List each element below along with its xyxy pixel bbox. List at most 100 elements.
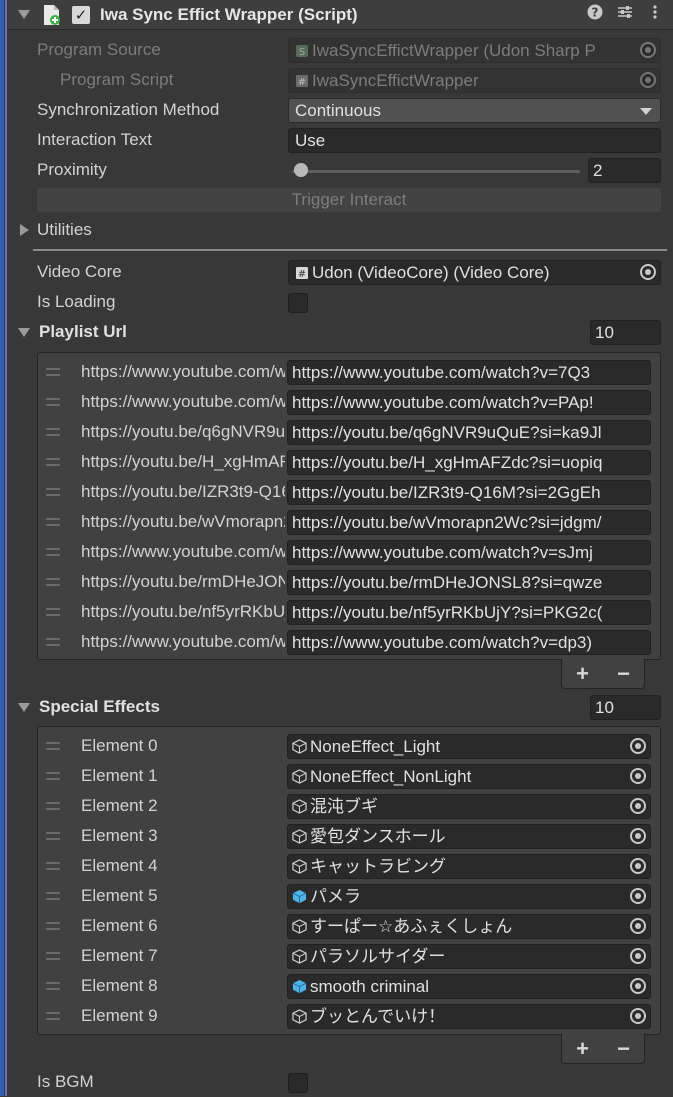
drag-handle-icon[interactable]: [46, 548, 60, 556]
help-icon[interactable]: ?: [583, 4, 607, 25]
foldout-down-icon[interactable]: [18, 703, 30, 712]
component-enabled-checkbox[interactable]: ✓: [72, 5, 90, 24]
is-bgm-checkbox[interactable]: [288, 1073, 308, 1093]
is-bgm-label: Is BGM: [37, 1072, 94, 1091]
proximity-slider-handle[interactable]: [294, 163, 308, 177]
utilities-foldout[interactable]: Utilities: [0, 215, 673, 245]
drag-handle-icon[interactable]: [46, 862, 60, 870]
object-picker-icon[interactable]: [630, 828, 646, 844]
playlist-add-remove: + −: [561, 659, 645, 689]
object-picker-icon[interactable]: [630, 798, 646, 814]
drag-handle-icon[interactable]: [46, 368, 60, 376]
presets-icon[interactable]: [613, 4, 637, 25]
interaction-text-input[interactable]: Use: [288, 128, 661, 153]
drag-handle-icon[interactable]: [46, 922, 60, 930]
effect-item-field[interactable]: NoneEffect_NonLight: [287, 764, 651, 789]
playlist-item-url-input[interactable]: https://www.youtube.com/watch?v=dp3): [287, 630, 651, 655]
is-loading-checkbox[interactable]: [288, 293, 308, 313]
effect-item-field[interactable]: NoneEffect_Light: [287, 734, 651, 759]
drag-handle-icon[interactable]: [46, 982, 60, 990]
playlist-item-url-input[interactable]: https://www.youtube.com/watch?v=sJmj: [287, 540, 651, 565]
effect-item-value: NoneEffect_NonLight: [310, 767, 472, 786]
playlist-item-url-input[interactable]: https://youtu.be/rmDHeJONSL8?si=qwze: [287, 570, 651, 595]
svg-text:S: S: [299, 47, 305, 58]
foldout-down-icon[interactable]: [18, 328, 30, 337]
effects-remove-button[interactable]: −: [617, 1036, 630, 1062]
proximity-row: Proximity 2: [0, 155, 673, 185]
playlist-foldout[interactable]: Playlist Url 10: [0, 317, 673, 347]
special-effects-size-input[interactable]: 10: [590, 695, 661, 720]
more-options-icon[interactable]: [643, 4, 667, 25]
drag-handle-icon[interactable]: [46, 832, 60, 840]
effect-item-field[interactable]: 混沌ブギ: [287, 794, 651, 819]
drag-handle-icon[interactable]: [46, 892, 60, 900]
drag-handle-icon[interactable]: [46, 398, 60, 406]
object-picker-icon[interactable]: [630, 918, 646, 934]
drag-handle-icon[interactable]: [46, 1012, 60, 1020]
playlist-item-url-input[interactable]: https://www.youtube.com/watch?v=7Q3: [287, 360, 651, 385]
playlist-item-url-input[interactable]: https://youtu.be/wVmorapn2Wc?si=jdgm/: [287, 510, 651, 535]
object-picker-icon[interactable]: [630, 978, 646, 994]
object-picker-icon[interactable]: [630, 948, 646, 964]
drag-handle-icon[interactable]: [46, 608, 60, 616]
effect-item-field[interactable]: ブッとんでいけ！: [287, 1004, 651, 1029]
playlist-item-url-input[interactable]: https://www.youtube.com/watch?v=PAp!: [287, 390, 651, 415]
playlist-item: https://www.youtube.com/watch?v=7Q3https…: [38, 357, 660, 387]
effect-item: Element 5 パメラ: [38, 881, 660, 911]
effect-item-label: Element 4: [81, 856, 158, 875]
is-bgm-row: Is BGM: [0, 1067, 673, 1097]
effect-item-field[interactable]: パメラ: [287, 884, 651, 909]
program-script-label: Program Script: [60, 70, 174, 89]
drag-handle-icon[interactable]: [46, 488, 60, 496]
playlist-item: https://youtu.be/IZR3t9-Q16M?si=2GgEhhtt…: [38, 477, 660, 507]
prefab-icon: [292, 887, 310, 906]
effect-item-field[interactable]: すーぱー☆あふぇくしょん: [287, 914, 651, 939]
program-source-value: IwaSyncEffictWrapper (Udon Sharp P: [312, 41, 596, 60]
object-picker-icon[interactable]: [630, 738, 646, 754]
program-script-field: # IwaSyncEffictWrapper: [288, 68, 661, 93]
effect-item: Element 7 パラソルサイダー: [38, 941, 660, 971]
object-picker-icon[interactable]: [630, 1008, 646, 1024]
playlist-item-url-input[interactable]: https://youtu.be/nf5yrRKbUjY?si=PKG2c(: [287, 600, 651, 625]
object-picker-icon[interactable]: [630, 858, 646, 874]
playlist-remove-button[interactable]: −: [617, 661, 630, 687]
sync-method-dropdown[interactable]: Continuous: [288, 98, 661, 123]
drag-handle-icon[interactable]: [46, 802, 60, 810]
drag-handle-icon[interactable]: [46, 578, 60, 586]
trigger-interact-row: Trigger Interact: [0, 186, 673, 216]
playlist-size-input[interactable]: 10: [590, 320, 661, 345]
playlist-item-key: https://youtu.be/wVmorapn2Wc?si=jdgm/: [81, 512, 285, 531]
component-title: Iwa Sync Effict Wrapper (Script): [100, 4, 358, 24]
proximity-slider-track[interactable]: [292, 170, 580, 173]
effect-item-field[interactable]: パラソルサイダー: [287, 944, 651, 969]
trigger-interact-button[interactable]: Trigger Interact: [37, 188, 661, 212]
proximity-input[interactable]: 2: [588, 158, 661, 183]
drag-handle-icon[interactable]: [46, 742, 60, 750]
playlist-add-button[interactable]: +: [576, 661, 589, 687]
effect-item-field[interactable]: 愛包ダンスホール: [287, 824, 651, 849]
object-picker-icon[interactable]: [630, 888, 646, 904]
effect-item-field[interactable]: smooth criminal: [287, 974, 651, 999]
playlist-item-url-input[interactable]: https://youtu.be/q6gNVR9uQuE?si=ka9Jl: [287, 420, 651, 445]
drag-handle-icon[interactable]: [46, 952, 60, 960]
fold-arrow-icon[interactable]: [18, 10, 30, 19]
effect-item-label: Element 5: [81, 886, 158, 905]
drag-handle-icon[interactable]: [46, 458, 60, 466]
drag-handle-icon[interactable]: [46, 428, 60, 436]
effects-add-button[interactable]: +: [576, 1036, 589, 1062]
effect-item-field[interactable]: キャットラビング: [287, 854, 651, 879]
object-picker-icon[interactable]: [630, 768, 646, 784]
video-core-field[interactable]: # Udon (VideoCore) (Video Core): [288, 260, 661, 285]
drag-handle-icon[interactable]: [46, 518, 60, 526]
special-effects-label: Special Effects: [39, 697, 160, 716]
playlist-item-url-input[interactable]: https://youtu.be/H_xgHmAFZdc?si=uopiq: [287, 450, 651, 475]
object-picker-icon[interactable]: [640, 264, 656, 280]
prefab-icon: [292, 857, 310, 876]
component-header[interactable]: ✓ Iwa Sync Effict Wrapper (Script) ?: [8, 0, 673, 30]
sync-method-row: Synchronization Method Continuous: [0, 95, 673, 125]
drag-handle-icon[interactable]: [46, 638, 60, 646]
drag-handle-icon[interactable]: [46, 772, 60, 780]
foldout-right-icon[interactable]: [20, 224, 29, 236]
playlist-item-url-input[interactable]: https://youtu.be/IZR3t9-Q16M?si=2GgEh: [287, 480, 651, 505]
special-effects-foldout[interactable]: Special Effects 10: [0, 692, 673, 722]
